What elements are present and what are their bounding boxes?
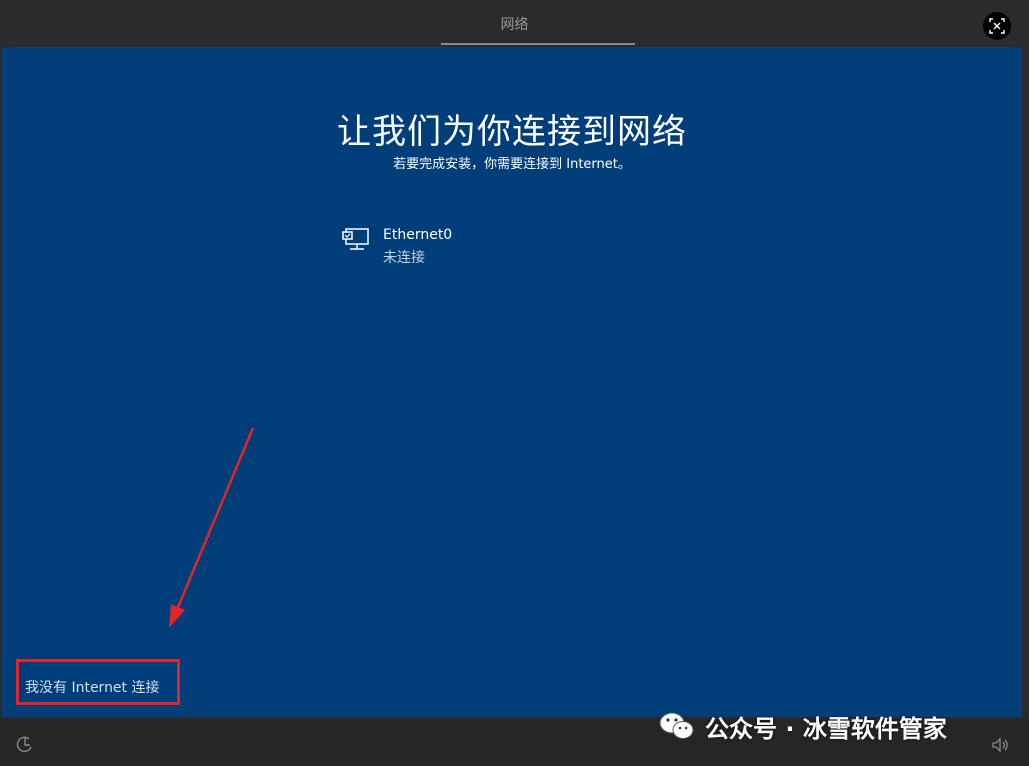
network-name: Ethernet0: [383, 227, 453, 243]
page-heading: 让我们为你连接到网络: [337, 112, 687, 152]
watermark: 公众号 · 冰雪软件管家: [657, 706, 947, 746]
no-internet-link[interactable]: 我没有 Internet 连接: [25, 677, 160, 697]
volume-icon[interactable]: [990, 735, 1010, 755]
section-underline: [441, 43, 635, 45]
ethernet-icon: [342, 228, 369, 250]
top-bar: 网络: [0, 0, 1029, 46]
network-status: 未连接: [383, 250, 425, 266]
close-x-icon: [989, 18, 1005, 34]
watermark-text: 公众号 · 冰雪软件管家: [705, 714, 947, 743]
network-setup-panel: 让我们为你连接到网络 若要完成安装，你需要连接到 Internet。 Ether…: [2, 47, 1022, 717]
network-item-ethernet0[interactable]: Ethernet0 未连接: [342, 223, 542, 267]
accessibility-icon[interactable]: [15, 735, 35, 755]
close-button[interactable]: [983, 12, 1011, 40]
page-subheading: 若要完成安装，你需要连接到 Internet。: [393, 157, 631, 172]
page-section-title: 网络: [500, 17, 529, 33]
wechat-icon: [659, 712, 694, 739]
